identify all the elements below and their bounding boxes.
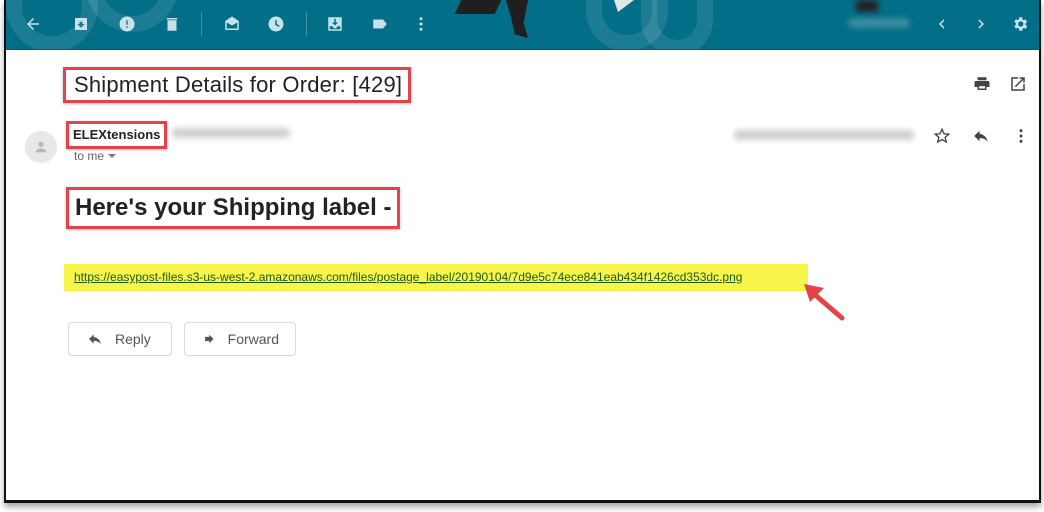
email-window: Shipment Details for Order: [429] ELEXte… xyxy=(4,0,1041,503)
open-in-new-window-icon[interactable] xyxy=(1008,74,1028,94)
forward-button-label: Forward xyxy=(227,331,279,347)
reply-icon[interactable] xyxy=(971,126,991,146)
email-body-heading: Here's your Shipping label - xyxy=(75,194,392,221)
reply-button[interactable]: Reply xyxy=(68,322,172,356)
sender-avatar xyxy=(25,131,57,163)
reply-icon xyxy=(89,334,101,345)
theme-decoration xyxy=(454,0,502,14)
email-subject: Shipment Details for Order: [429] xyxy=(74,72,403,97)
theme-decoration xyxy=(506,0,528,38)
annotation-arrow-icon xyxy=(804,284,845,321)
pagination-count xyxy=(848,18,910,28)
email-date-redacted xyxy=(734,130,914,140)
forward-button[interactable]: Forward xyxy=(184,322,296,356)
forward-icon xyxy=(205,334,214,344)
print-icon[interactable] xyxy=(972,74,992,94)
toolbar-divider xyxy=(306,12,307,36)
report-spam-icon[interactable] xyxy=(116,13,138,35)
snooze-icon[interactable] xyxy=(265,13,287,35)
caret-down-icon xyxy=(108,154,117,158)
subject-annotation-box: Shipment Details for Order: [429] xyxy=(63,67,412,103)
email-toolbar xyxy=(6,0,1039,50)
more-vert-icon[interactable] xyxy=(1011,126,1031,146)
star-icon[interactable] xyxy=(932,126,952,146)
shipping-label-link[interactable]: https://easypost-files.s3-us-west-2.amaz… xyxy=(74,270,742,284)
mark-unread-icon[interactable] xyxy=(221,13,243,35)
theme-decoration xyxy=(641,0,713,49)
more-vert-icon[interactable] xyxy=(410,13,432,35)
label-icon[interactable] xyxy=(369,13,391,35)
recipient-details-toggle[interactable]: to me xyxy=(74,149,117,163)
sender-email-redacted xyxy=(172,128,290,138)
heading-annotation-box: Here's your Shipping label - xyxy=(66,187,401,229)
older-chevron-icon[interactable] xyxy=(931,13,953,35)
reply-button-label: Reply xyxy=(115,331,151,347)
sender-name: ELEXtensions xyxy=(73,127,161,142)
toolbar-divider xyxy=(201,12,202,36)
move-to-inbox-icon[interactable] xyxy=(324,13,346,35)
theme-decoration xyxy=(856,0,878,12)
archive-icon[interactable] xyxy=(70,13,92,35)
back-arrow-icon[interactable] xyxy=(22,13,44,35)
delete-icon[interactable] xyxy=(161,13,183,35)
sender-annotation-box: ELEXtensions xyxy=(66,121,168,149)
recipient-label: to me xyxy=(74,149,105,163)
newer-chevron-icon[interactable] xyxy=(970,13,992,35)
settings-gear-icon[interactable] xyxy=(1009,13,1031,35)
